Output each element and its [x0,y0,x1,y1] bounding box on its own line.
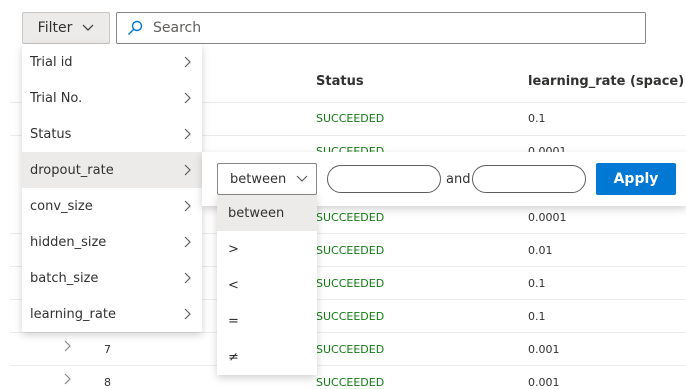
status-cell: SUCCEEDED [316,112,385,125]
status-cell: SUCCEEDED [316,310,385,323]
menu-item-dropout-rate[interactable]: dropout_rate [22,152,202,188]
menu-item-trial-no[interactable]: Trial No. [22,80,202,116]
chevron-down-icon [296,175,308,183]
search-input[interactable] [151,19,631,37]
menu-item-label: Trial id [30,54,73,70]
learning-rate-cell: 0.1 [528,310,546,323]
status-cell: SUCCEEDED [316,211,385,224]
search-icon [127,20,143,36]
menu-item-batch-size[interactable]: batch_size [22,260,202,296]
min-value-input[interactable] [327,165,441,193]
menu-item-label: dropout_rate [30,162,114,178]
chevron-right-icon [184,272,192,284]
menu-item-learning-rate[interactable]: learning_rate [22,296,202,332]
chevron-down-icon [82,24,94,32]
menu-item-label: Trial No. [30,90,83,106]
operator-option-not-equals[interactable]: ≠ [217,339,317,375]
chevron-right-icon [184,128,192,140]
menu-item-status[interactable]: Status [22,116,202,152]
learning-rate-cell: 0.1 [528,277,546,290]
chevron-right-icon [184,164,192,176]
apply-button[interactable]: Apply [596,163,676,195]
menu-item-hidden-size[interactable]: hidden_size [22,224,202,260]
column-header-status: Status [316,74,364,89]
learning-rate-cell: 0.1 [528,112,546,125]
menu-item-trial-id[interactable]: Trial id [22,44,202,80]
menu-item-label: learning_rate [30,306,116,322]
trial-no-cell: 8 [104,376,111,389]
operator-select-value: between [230,171,287,187]
column-header-learning-rate: learning_rate (space) [528,74,685,89]
search-box[interactable] [116,12,646,44]
row-divider [10,332,686,333]
chevron-right-icon[interactable] [64,373,72,385]
learning-rate-cell: 0.001 [528,343,560,356]
chevron-right-icon [184,236,192,248]
menu-item-label: conv_size [30,198,93,214]
filter-button-label: Filter [37,20,73,36]
learning-rate-cell: 0.0001 [528,211,567,224]
chevron-right-icon [184,308,192,320]
menu-item-conv-size[interactable]: conv_size [22,188,202,224]
status-cell: SUCCEEDED [316,277,385,290]
trial-no-cell: 7 [104,343,111,356]
operator-option-equals[interactable]: = [217,303,317,339]
menu-item-label: Status [30,126,72,142]
chevron-right-icon [184,56,192,68]
chevron-right-icon[interactable] [64,340,72,352]
status-cell: SUCCEEDED [316,376,385,389]
operator-dropdown: between > < = ≠ [217,195,317,375]
row-divider [10,365,686,366]
chevron-right-icon [184,200,192,212]
learning-rate-cell: 0.01 [528,244,553,257]
operator-option-greater-than[interactable]: > [217,231,317,267]
operator-option-between[interactable]: between [217,195,317,231]
filter-field-menu: Trial id Trial No. Status dropout_rate c… [22,44,202,332]
chevron-right-icon [184,92,192,104]
status-cell: SUCCEEDED [316,343,385,356]
operator-option-less-than[interactable]: < [217,267,317,303]
filter-button[interactable]: Filter [22,12,110,44]
learning-rate-cell: 0.001 [528,376,560,389]
menu-item-label: hidden_size [30,234,107,250]
and-label: and [446,172,471,187]
max-value-input[interactable] [472,165,586,193]
status-cell: SUCCEEDED [316,244,385,257]
operator-select[interactable]: between [217,163,317,195]
menu-item-label: batch_size [30,270,99,286]
